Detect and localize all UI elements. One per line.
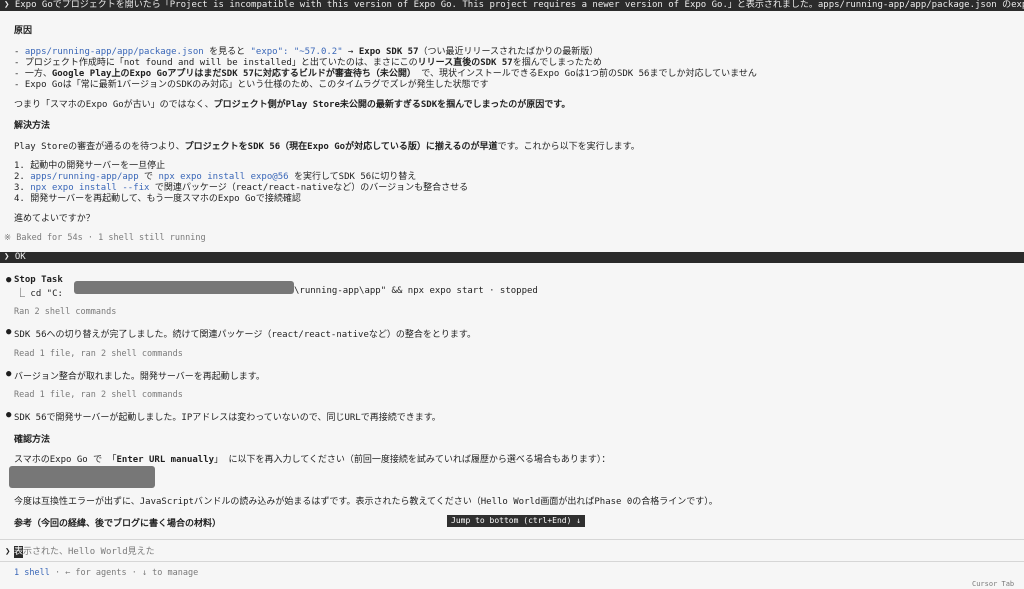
input-bottom-divider	[0, 561, 1024, 562]
solution-intro-segment: プロジェクトをSDK 56（現在Expo Goが対応している版）に揃えるのが早道	[184, 142, 498, 152]
bullet-dot: ●	[6, 369, 12, 379]
verify-instruction-segment: Enter URL manually	[116, 455, 215, 465]
bullet-dot: ●	[6, 327, 12, 337]
verify-after-text: 今度は互換性エラーが出ずに、JavaScriptバンドルの読み込みが始まるはずで…	[14, 497, 718, 507]
cause-summary-segment: プロジェクト側がPlay Store未公開の最新すぎるSDKを掴んでしまったのが…	[213, 100, 571, 110]
jump-to-bottom-button[interactable]: Jump to bottom (ctrl+End) ↓	[447, 515, 586, 527]
input-value: 示された、Hello World見えた	[23, 547, 155, 557]
stop-task-title: Stop Task	[14, 275, 63, 285]
tool-summary[interactable]: Read 1 file, ran 2 shell commands	[14, 390, 183, 400]
verify-heading: 確認方法	[14, 435, 51, 445]
input-cursor: 表	[14, 546, 24, 558]
solution-heading: 解決方法	[14, 121, 51, 131]
input-top-divider	[0, 539, 1024, 540]
verify-instruction-segment: スマホのExpo Go で 「	[14, 455, 117, 465]
footer-hint-text: · ← for agents · ↓ to manage	[49, 568, 199, 578]
verify-instruction-segment: 」 に以下を再入力してください（前回一度接続を試みていれば履歴から選べる場合もあ…	[214, 455, 611, 465]
bullet-dot: ●	[6, 410, 12, 420]
user-reply-text: ❯ OK	[4, 252, 26, 262]
footer-hints: 1 shell · ← for agents · ↓ to manage	[14, 568, 198, 578]
baked-status: ※ Baked for 54s · 1 shell still running	[4, 233, 206, 243]
cursor-tab-label: Cursor Tab	[972, 580, 1015, 588]
assistant-message: SDK 56への切り替えが完了しました。続けて関連パッケージ（react/rea…	[14, 330, 476, 340]
redacted-path	[74, 281, 294, 294]
cause-item-segment: - Expo Goは「常に最新1バージョンのSDKのみ対応」という仕様のため、こ…	[14, 80, 489, 90]
stop-task-command-suffix: \running-app\app" && npx expo start · st…	[294, 286, 538, 296]
cause-summary: つまり「スマホのExpo Goが古い」のではなく、プロジェクト側がPlay St…	[14, 97, 570, 110]
assistant-message: バージョン整合が取れました。開発サーバーを再起動します。	[14, 372, 265, 382]
verify-instruction: スマホのExpo Go で 「Enter URL manually」 に以下を再…	[14, 452, 610, 465]
cause-heading: 原因	[14, 26, 33, 36]
stop-task-command-prefix: ⎿ cd "C:	[16, 289, 63, 299]
redacted-url	[9, 466, 155, 488]
reference-heading: 参考（今回の経緯、後でブログに書く場合の材料）	[14, 519, 222, 529]
user-reply-bar: ❯ OK	[0, 252, 1024, 263]
message-input[interactable]: 表示された、Hello World見えた	[14, 544, 514, 558]
previous-prompt-text: ❯ Expo Goでプロジェクトを開いたら「Project is incompa…	[4, 0, 1024, 10]
tool-summary[interactable]: Ran 2 shell commands	[14, 307, 116, 317]
input-prompt-icon: ❯	[5, 547, 11, 557]
solution-step: 4. 開発サーバーを再起動して、もう一度スマホのExpo Goで接続確認	[14, 191, 301, 204]
shell-count-link[interactable]: 1 shell	[14, 568, 50, 578]
bullet-dot: ●	[6, 275, 12, 285]
assistant-message: SDK 56で開発サーバーが起動しました。IPアドレスは変わっていないので、同じ…	[14, 413, 441, 423]
solution-intro: Play Storeの審査が通るのを待つより、プロジェクトをSDK 56（現在E…	[14, 139, 640, 152]
solution-intro-segment: です。これから以下を実行します。	[497, 142, 640, 152]
previous-prompt-bar: ❯ Expo Goでプロジェクトを開いたら「Project is incompa…	[0, 0, 1024, 11]
cause-summary-segment: つまり「スマホのExpo Goが古い」のではなく、	[14, 100, 214, 110]
tool-summary[interactable]: Read 1 file, ran 2 shell commands	[14, 349, 183, 359]
cause-item: - Expo Goは「常に最新1バージョンのSDKのみ対応」という仕様のため、こ…	[14, 77, 489, 90]
solution-intro-segment: Play Storeの審査が通るのを待つより、	[14, 142, 185, 152]
confirm-question: 進めてよいですか？	[14, 214, 95, 224]
solution-step-segment: 4. 開発サーバーを再起動して、もう一度スマホのExpo Goで接続確認	[14, 194, 301, 204]
